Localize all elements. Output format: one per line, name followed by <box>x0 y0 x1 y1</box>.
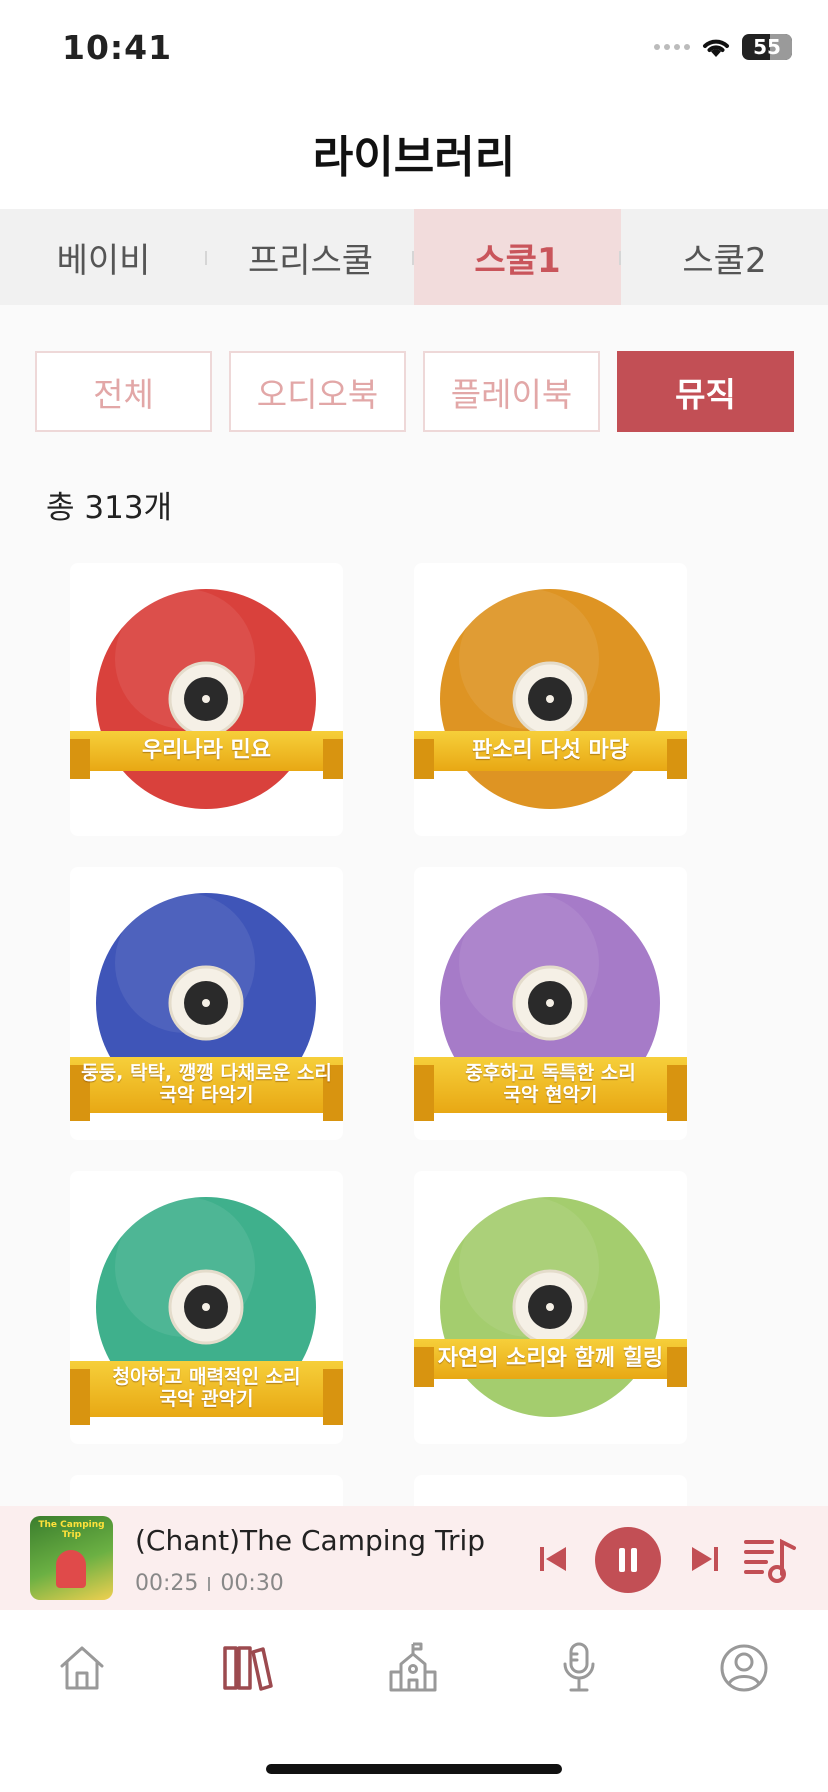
tab-label: 베이비 <box>56 240 151 281</box>
status-time: 10:41 <box>62 28 173 67</box>
header: 라이브러리 <box>0 96 828 209</box>
skip-previous-icon <box>540 1547 566 1571</box>
cellular-signal-icon <box>654 44 690 50</box>
track-title: (Chant)The Camping Trip <box>135 1524 486 1557</box>
home-icon[interactable] <box>54 1640 110 1696</box>
album-title-banner: 판소리 다섯 마당 <box>414 731 687 779</box>
microphone-icon[interactable] <box>551 1640 607 1696</box>
cover-title: The Camping Trip <box>38 1520 105 1540</box>
album-subtitle: 국악 타악기 <box>159 1084 254 1106</box>
page-title: 라이브러리 <box>312 131 516 183</box>
filter-audiobook-button[interactable]: 오디오북 <box>229 351 406 432</box>
pause-button[interactable] <box>595 1527 661 1593</box>
school-icon[interactable] <box>385 1640 441 1696</box>
status-bar: 10:41 55 <box>0 0 828 96</box>
now-playing-cover[interactable]: The Camping Trip <box>30 1516 113 1600</box>
album-card[interactable]: 둥둥, 탁탁, 깽깽 다채로운 소리 국악 타악기 <box>70 867 343 1140</box>
album-subtitle: 국악 관악기 <box>159 1388 254 1410</box>
tab-school1[interactable]: 스쿨1 <box>414 209 621 305</box>
tab-label: 스쿨1 <box>474 240 561 281</box>
album-title-banner: 우리나라 민요 <box>70 731 343 779</box>
album-title: 청아하고 매력적인 소리 <box>112 1366 301 1389</box>
album-card[interactable]: 우리나라 민요 <box>70 563 343 836</box>
album-title: 우리나라 민요 <box>141 738 272 764</box>
album-title-banner: 청아하고 매력적인 소리 국악 관악기 <box>70 1361 343 1425</box>
album-grid: 우리나라 민요 판소리 다섯 마당 둥둥, 탁탁, 깽깽 다채로운 소리 국악 … <box>70 563 687 1444</box>
playback-time: 00:25 00:30 <box>135 1571 284 1596</box>
home-indicator <box>266 1764 562 1774</box>
album-card[interactable]: 중후하고 독특한 소리 국악 현악기 <box>414 867 687 1140</box>
previous-button[interactable] <box>536 1542 570 1576</box>
tab-preschool[interactable]: 프리스쿨 <box>207 209 414 305</box>
grade-tabs: 베이비 프리스쿨 스쿨1 스쿨2 <box>0 209 828 305</box>
wifi-icon <box>703 39 729 57</box>
category-filter: 전체 오디오북 플레이북 뮤직 <box>35 351 794 432</box>
tab-label: 스쿨2 <box>682 240 767 281</box>
profile-icon[interactable] <box>716 1640 772 1696</box>
album-title: 자연의 소리와 함께 힐링 <box>437 1346 664 1372</box>
elapsed-time: 00:25 <box>135 1571 199 1596</box>
album-title-banner: 둥둥, 탁탁, 깽깽 다채로운 소리 국악 타악기 <box>70 1057 343 1121</box>
tab-label: 프리스쿨 <box>247 240 374 281</box>
album-card[interactable]: 청아하고 매력적인 소리 국악 관악기 <box>70 1171 343 1444</box>
tab-baby[interactable]: 베이비 <box>0 209 207 305</box>
filter-music-button[interactable]: 뮤직 <box>617 351 794 432</box>
album-subtitle: 국악 현악기 <box>503 1084 598 1106</box>
skip-next-icon <box>692 1547 718 1571</box>
album-title: 중후하고 독특한 소리 <box>465 1062 636 1085</box>
album-title-banner: 자연의 소리와 함께 힐링 <box>414 1339 687 1387</box>
album-title: 둥둥, 탁탁, 깽깽 다채로운 소리 <box>81 1062 332 1085</box>
playlist-music-icon <box>744 1538 796 1583</box>
library-icon[interactable] <box>219 1640 275 1696</box>
next-button[interactable] <box>688 1542 722 1576</box>
album-card[interactable]: 판소리 다섯 마당 <box>414 563 687 836</box>
total-count: 총 313개 <box>46 490 173 526</box>
duration-time: 00:30 <box>220 1571 284 1596</box>
battery-icon: 55 <box>742 34 792 60</box>
mini-player[interactable]: The Camping Trip (Chant)The Camping Trip… <box>0 1506 828 1610</box>
pause-icon <box>619 1548 637 1572</box>
album-card[interactable]: 자연의 소리와 함께 힐링 <box>414 1171 687 1444</box>
album-title: 판소리 다섯 마당 <box>472 738 629 764</box>
tab-school2[interactable]: 스쿨2 <box>621 209 828 305</box>
filter-all-button[interactable]: 전체 <box>35 351 212 432</box>
playlist-button[interactable] <box>742 1534 798 1584</box>
album-title-banner: 중후하고 독특한 소리 국악 현악기 <box>414 1057 687 1121</box>
filter-playbook-button[interactable]: 플레이북 <box>423 351 600 432</box>
